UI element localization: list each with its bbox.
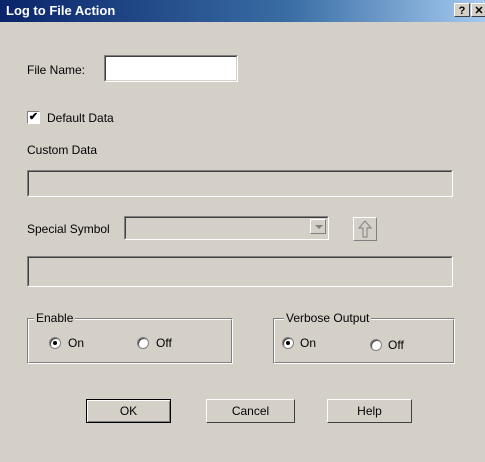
special-symbol-dropdown[interactable] [124,216,329,240]
verbose-on-label: On [300,336,317,350]
custom-data-input[interactable] [27,170,453,197]
help-title-button[interactable]: ? [454,3,470,17]
chevron-down-icon[interactable] [310,219,326,234]
default-data-label: Default Data [47,111,114,125]
cancel-button[interactable]: Cancel [206,399,295,423]
enable-off-radio[interactable] [137,337,149,349]
close-title-button[interactable]: ✕ [471,3,485,17]
ok-button[interactable]: OK [86,399,171,423]
symbol-text-field[interactable] [27,256,453,287]
custom-data-label: Custom Data [27,143,98,157]
help-button[interactable]: Help [327,399,412,423]
enable-on-label: On [68,336,85,350]
window-title: Log to File Action [6,3,116,18]
verbose-output-group-label: Verbose Output [284,311,372,325]
file-name-input[interactable] [104,55,238,82]
enable-on-radio[interactable] [49,337,61,349]
enable-off-label: Off [156,336,172,350]
enable-group-label: Enable [34,311,76,325]
special-symbol-label: Special Symbol [27,222,110,236]
verbose-output-group: Verbose Output On Off [273,311,455,364]
dialog-window: Log to File Action ? ✕ File Name: ✔ Defa… [0,0,485,462]
arrow-up-icon [357,220,373,238]
file-name-label: File Name: [27,63,86,77]
verbose-on-radio[interactable] [282,337,294,349]
enable-group: Enable On Off [27,311,233,364]
title-bar[interactable]: Log to File Action ? ✕ [0,0,485,22]
verbose-off-radio[interactable] [370,339,382,351]
default-data-checkbox[interactable]: ✔ [27,111,40,124]
verbose-off-label: Off [388,338,404,352]
insert-symbol-button[interactable] [353,217,377,241]
